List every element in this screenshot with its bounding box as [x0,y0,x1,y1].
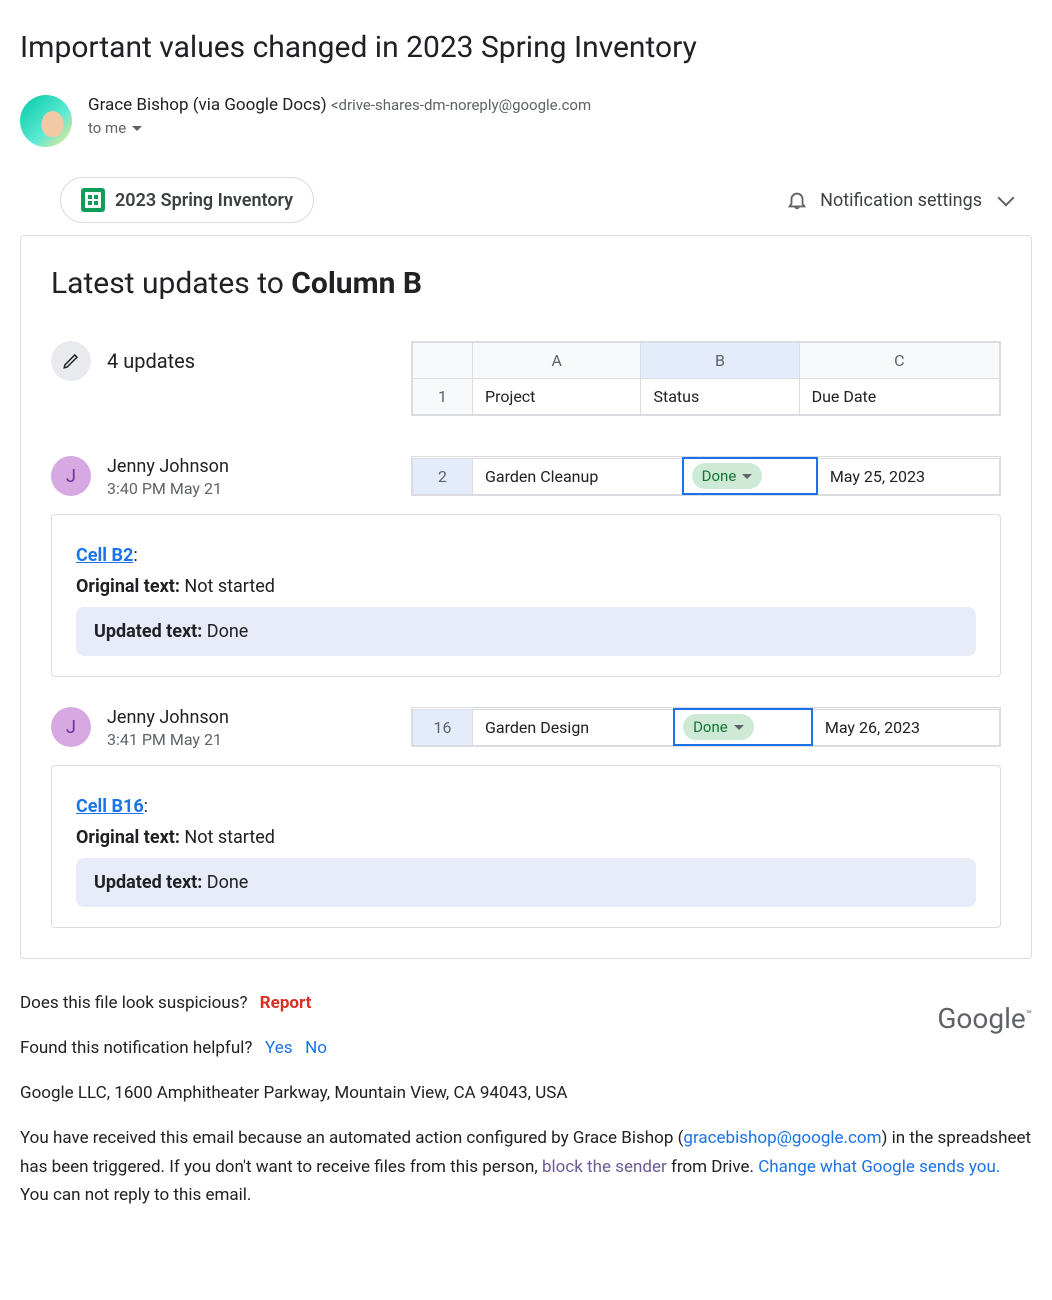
toolbar-row: 2023 Spring Inventory Notification setti… [20,177,1032,223]
status-chip[interactable]: Done [692,463,763,489]
reason-text-1: You have received this email because an … [20,1128,683,1148]
editor-avatar: J [51,707,91,747]
status-chip-label: Done [693,718,728,736]
original-label: Original text: [76,827,180,848]
chevron-down-icon [734,725,744,730]
sheet-preview-row: 16 Garden Design Done May 26, 2023 [411,707,1001,747]
report-link[interactable]: Report [260,993,312,1013]
update-block: J Jenny Johnson 3:41 PM May 21 16 Garden… [51,707,1001,928]
col-header-c: C [799,343,999,379]
sheets-icon [81,188,105,212]
bell-icon [786,189,808,211]
cell-link[interactable]: Cell B16 [76,796,144,817]
status-chip-label: Done [702,467,737,485]
helpful-text: Found this notification helpful? [20,1038,252,1058]
cell-due: May 25, 2023 [817,458,1000,494]
status-chip[interactable]: Done [683,714,754,740]
header-status: Status [641,379,799,415]
file-chip-label: 2023 Spring Inventory [115,190,293,211]
original-label: Original text: [76,576,180,597]
chevron-down-icon [742,474,752,479]
notification-settings-label: Notification settings [820,190,982,211]
updated-label: Updated text: [94,872,202,893]
header-due: Due Date [799,379,999,415]
block-sender-link[interactable]: block the sender [542,1157,667,1177]
editor-name: Jenny Johnson [107,456,229,477]
sender-name: Grace Bishop (via Google Docs) [88,95,327,115]
cell-project: Garden Design [473,709,675,745]
file-chip[interactable]: 2023 Spring Inventory [60,177,314,223]
header-project: Project [473,379,641,415]
update-block: J Jenny Johnson 3:40 PM May 21 2 Garden … [51,456,1001,677]
updated-value: Done [202,621,248,642]
change-settings-link[interactable]: Change what Google sends you. [758,1157,1000,1177]
original-value: Not started [180,576,275,597]
updated-value: Done [202,872,248,893]
company-address: Google LLC, 1600 Amphitheater Parkway, M… [20,1079,1032,1108]
chevron-down-icon [998,190,1015,207]
helpful-no-link[interactable]: No [305,1038,327,1058]
change-details: Cell B16: Original text: Not started Upd… [51,765,1001,928]
summary-row: 4 updates A B C 1 Project Status Due Dat… [51,341,1001,416]
cell-status: Done [674,709,812,745]
chevron-down-icon [132,126,142,131]
reason-text-3: from Drive. [667,1157,758,1177]
updated-label: Updated text: [94,621,202,642]
notification-settings-button[interactable]: Notification settings [786,189,1032,211]
editor-name: Jenny Johnson [107,707,229,728]
sender-avatar [20,95,72,147]
sheet-preview-header: A B C 1 Project Status Due Date [411,341,1001,416]
editor-avatar: J [51,456,91,496]
change-details: Cell B2: Original text: Not started Upda… [51,514,1001,677]
sheet-preview-row: 2 Garden Cleanup Done May 25, 2023 [411,456,1001,496]
card-title-prefix: Latest updates to [51,266,291,301]
recipient-label: to me [88,119,126,137]
updates-count: 4 updates [107,349,195,373]
sender-info: Grace Bishop (via Google Docs) <drive-sh… [88,95,1032,137]
original-value: Not started [180,827,275,848]
suspicious-text: Does this file look suspicious? [20,993,248,1013]
edit-time: 3:40 PM May 21 [107,479,229,498]
cell-due: May 26, 2023 [812,709,1000,745]
row-num: 2 [413,458,473,494]
cell-link[interactable]: Cell B2 [76,545,133,566]
cell-status: Done [683,458,817,494]
col-header-b: B [641,343,799,379]
row-num: 1 [413,379,473,415]
email-subject: Important values changed in 2023 Spring … [20,30,1032,65]
sender-row: Grace Bishop (via Google Docs) <drive-sh… [20,95,1032,147]
pencil-icon [51,341,91,381]
col-header-a: A [473,343,641,379]
sender-email: <drive-shares-dm-noreply@google.com [331,96,591,114]
helpful-yes-link[interactable]: Yes [265,1038,292,1058]
card-title: Latest updates to Column B [51,266,1001,301]
google-logo: Google™ [937,995,1032,1043]
row-num: 16 [413,709,473,745]
edit-time: 3:41 PM May 21 [107,730,229,749]
cell-project: Garden Cleanup [473,458,683,494]
recipient-dropdown[interactable]: to me [88,119,1032,137]
email-footer: Google™ Does this file look suspicious? … [20,989,1032,1210]
updates-card: Latest updates to Column B 4 updates A B… [20,235,1032,959]
sender-email-link[interactable]: gracebishop@google.com [683,1128,881,1148]
card-title-column: Column B [291,266,422,301]
reason-text-4: You can not reply to this email. [20,1185,251,1205]
corner-cell [413,343,473,379]
